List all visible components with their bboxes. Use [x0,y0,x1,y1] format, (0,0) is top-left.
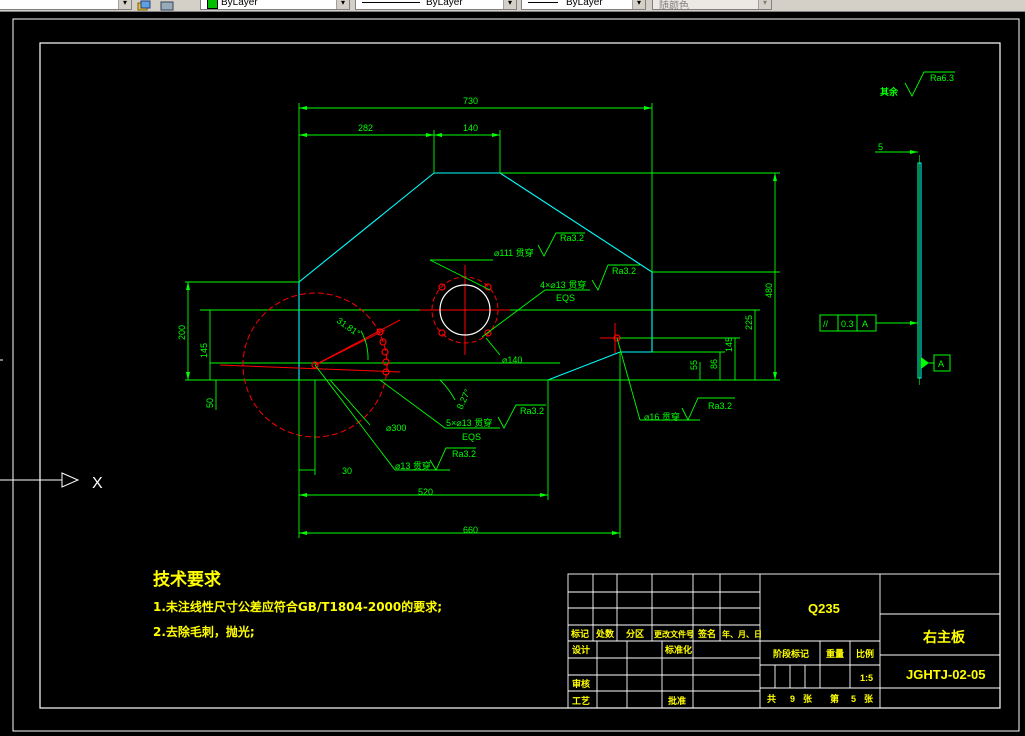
dim-55: 55 [689,360,699,370]
tech-line-1: 1.未注线性尺寸公差应符合GB/T1804-2000的要求; [153,599,442,614]
dim-50: 50 [205,398,215,408]
callout-eqs4: EQS [556,293,575,303]
dim-145-right: 145 [724,337,734,352]
callout-eqs5: EQS [462,432,481,442]
color-combo-value: ByLayer [221,0,258,8]
color-combo[interactable]: ByLayer ▾ [200,0,350,10]
remaining-label: 其余 [880,86,899,98]
tb-h-count: 处数 [595,628,615,639]
layer-previous-icon[interactable] [137,0,151,11]
dim-145-left: 145 [199,343,209,358]
tb-r-review: 审核 [572,678,590,689]
tb-h-weight: 重量 [826,648,844,659]
chevron-down-icon[interactable]: ▾ [503,0,516,9]
dim-angle-8: 8.27° [455,387,473,411]
ra-16: Ra3.2 [708,401,732,411]
datum-label: A [938,359,944,369]
tb-r-approve: 批准 [668,695,686,706]
tb-r-process: 工艺 [572,695,590,706]
tol-symbol: // [823,319,829,329]
dimension-lines [185,103,776,538]
dim-660: 660 [463,525,478,535]
dim-86: 86 [709,359,719,369]
tol-datum: A [862,319,868,329]
tb-h-stage: 阶段标记 [773,648,809,659]
dim-282: 282 [358,123,373,133]
ra-111: Ra3.2 [560,233,584,243]
plotstyle-combo[interactable]: 随颜色 ▾ [652,0,772,10]
side-thickness: 5 [878,142,883,152]
tb-total: 9 [790,694,795,704]
callout-holes4: 4×⌀13 贯穿 [540,279,586,290]
dim-dia140: ⌀140 [502,355,522,365]
dim-dia300: ⌀300 [386,423,406,433]
plotstyle-combo-value: 随颜色 [659,1,689,10]
tb-h-docno: 更改文件号 [654,629,694,639]
lineweight-combo[interactable]: ByLayer ▾ [521,0,646,10]
tech-line-2: 2.去除毛刺，抛光; [153,624,255,639]
tb-h-scale: 比例 [856,648,874,659]
chevron-down-icon[interactable]: ▾ [632,0,645,9]
ra-4: Ra3.2 [612,266,636,276]
layer-states-icon[interactable] [160,0,174,11]
color-swatch [207,0,218,9]
callout-hole111: ⌀111 贯穿 [494,247,534,258]
tb-h-mark: 标记 [570,628,589,639]
tech-title: 技术要求 [153,569,221,590]
chevron-down-icon[interactable]: ▾ [118,0,131,9]
properties-toolbar: ▾ ByLayer ▾ ByLayer ▾ ByLayer ▾ 随颜色 ▾ [0,0,1025,12]
side-view [819,150,951,385]
dim-30: 30 [342,466,352,476]
centerlines [219,265,630,438]
tb-h-zone: 分区 [626,628,644,639]
tb-scale: 1:5 [860,673,873,683]
linetype-combo-value: ByLayer [426,0,463,8]
tb-no-prefix: 第 [830,693,839,704]
tb-no: 5 [851,694,856,704]
callout-hole16: ⌀16 贯穿 [644,411,680,422]
ucs-icon [0,359,80,488]
tol-value: 0.3 [841,319,854,329]
tb-total-suffix: 张 [803,693,813,704]
tb-material: Q235 [808,601,840,616]
ra-13: Ra3.2 [452,449,476,459]
tb-r-std: 标准化 [664,644,692,655]
drawing-canvas[interactable]: X 730 282 140 480 225 145 86 55 200 145 … [0,12,1025,736]
layer-combo[interactable]: ▾ [0,0,132,10]
tb-h-sign: 签名 [697,628,716,639]
ucs-x-label: X [92,475,103,492]
dim-480: 480 [764,283,774,298]
tb-drawing-no: JGHTJ-02-05 [906,667,985,682]
ra-5: Ra3.2 [520,406,544,416]
lineweight-sample [528,2,558,3]
ra-remaining: Ra6.3 [930,73,954,83]
linetype-combo[interactable]: ByLayer ▾ [355,0,517,10]
tb-r-design: 设计 [572,644,590,655]
dim-730: 730 [463,96,478,106]
part-outline [298,172,653,381]
linetype-sample [362,2,420,3]
tb-total-prefix: 共 [767,693,776,704]
tb-no-suffix: 张 [864,693,874,704]
dim-520: 520 [418,487,433,497]
construction-lines [185,172,780,381]
arrowheads [186,106,777,535]
chevron-down-icon[interactable]: ▾ [758,0,771,9]
dim-140: 140 [463,123,478,133]
dim-225: 225 [744,315,754,330]
chevron-down-icon[interactable]: ▾ [336,0,349,9]
lineweight-combo-value: ByLayer [566,0,603,8]
dim-angle-31: 31.81° [335,315,362,338]
tb-h-date: 年、月、日 [722,629,762,639]
callout-hole13: ⌀13 贯穿 [395,460,431,471]
dim-200: 200 [177,325,187,340]
roughness-symbols [429,71,955,471]
tb-part-name: 右主板 [922,629,966,645]
callout-holes5: 5×⌀13 贯穿 [446,417,492,428]
